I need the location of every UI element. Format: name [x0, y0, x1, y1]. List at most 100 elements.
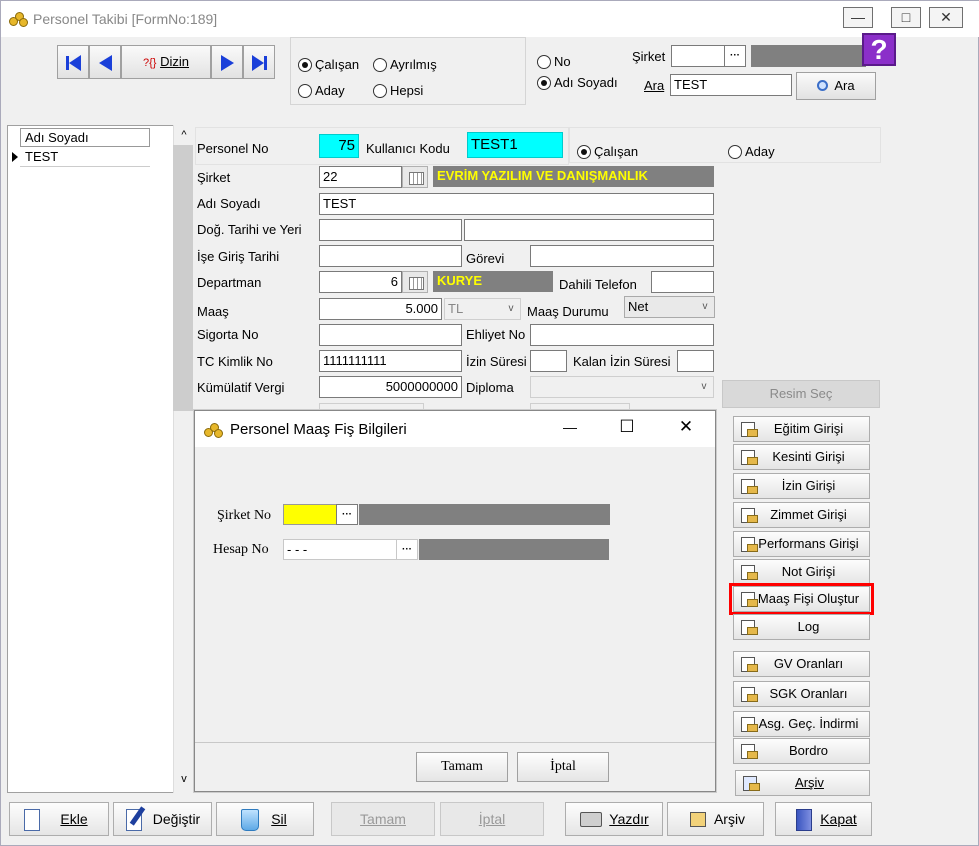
ehliyet-field[interactable]	[530, 324, 714, 346]
tc-label: TC Kimlik No	[197, 354, 273, 369]
grid-row[interactable]: TEST	[20, 147, 150, 167]
recycle-bin-icon	[241, 809, 259, 831]
bordro-button[interactable]: Bordro	[733, 738, 870, 764]
iptal-button[interactable]: İptal	[440, 802, 544, 836]
iptal-label: İptal	[478, 811, 506, 827]
maximize-button[interactable]: □	[891, 7, 921, 28]
radio-aday[interactable]: Aday	[298, 82, 345, 100]
sirket-lookup-icon[interactable]	[402, 166, 428, 188]
next-record-button[interactable]	[211, 45, 243, 79]
dialog-hesap-no-input[interactable]: - - -	[283, 539, 397, 560]
search-sirket-label: Şirket	[632, 49, 666, 64]
radio-type-calisan[interactable]: Çalışan	[577, 143, 638, 161]
kumulatif-field[interactable]: 5000000000	[319, 376, 462, 398]
close-icon: ✕	[940, 9, 952, 25]
tc-field[interactable]: 1111111111	[319, 350, 462, 372]
dogum-yeri-field[interactable]	[464, 219, 714, 241]
radio-hepsi[interactable]: Hepsi	[373, 82, 423, 100]
radio-hepsi-label: Hepsi	[390, 83, 424, 98]
arsiv-button[interactable]: Arşiv	[667, 802, 764, 836]
help-question-icon[interactable]: ?	[862, 33, 896, 66]
sigorta-field[interactable]	[319, 324, 462, 346]
search-sirket-input[interactable]	[671, 45, 725, 67]
radio-search-no[interactable]: No	[537, 53, 571, 71]
departman-lookup-icon[interactable]	[402, 271, 428, 293]
not-girisi-button[interactable]: Not Girişi	[733, 559, 870, 585]
radio-type-aday[interactable]: Aday	[728, 143, 775, 161]
scroll-thumb[interactable]	[173, 145, 193, 411]
yazdir-button[interactable]: Yazdır	[565, 802, 663, 836]
adsoyad-field[interactable]: TEST	[319, 193, 714, 215]
personel-no-field[interactable]: 75	[319, 134, 359, 158]
highlight-box	[729, 583, 874, 615]
kalan-izin-field[interactable]	[677, 350, 714, 372]
dizin-button[interactable]: ?{} Dizin	[121, 45, 211, 79]
sigorta-label: Sigorta No	[197, 327, 259, 342]
dialog-minimize-icon[interactable]: —	[557, 419, 583, 435]
radio-dot	[728, 145, 742, 159]
grid-header-adsoyad[interactable]: Adı Soyadı	[20, 128, 150, 147]
next-arrow-icon	[220, 54, 234, 71]
kullanici-kodu-field[interactable]: TEST1	[467, 132, 563, 158]
currency-select[interactable]: TL v	[444, 298, 521, 320]
ara-button[interactable]: Ara	[796, 72, 876, 100]
radio-dot	[373, 84, 387, 98]
izin-field[interactable]	[530, 350, 567, 372]
side-arsiv-button[interactable]: Arşiv	[735, 770, 870, 796]
dialog-cancel-button[interactable]: İptal	[517, 752, 609, 782]
log-button[interactable]: Log	[733, 614, 870, 640]
maas-durumu-select[interactable]: Net v	[624, 296, 715, 318]
dahili-field[interactable]	[651, 271, 714, 293]
radio-search-adsoyad[interactable]: Adı Soyadı	[537, 74, 618, 92]
dialog-sirket-lookup-button[interactable]: ···	[336, 504, 358, 525]
kapat-button[interactable]: Kapat	[775, 802, 872, 836]
sirket-no-field[interactable]: 22	[319, 166, 402, 188]
dialog-ok-button[interactable]: Tamam	[416, 752, 508, 782]
gv-oranlari-button[interactable]: GV Oranları	[733, 651, 870, 677]
money-bag-icon	[204, 421, 224, 439]
radio-calisan[interactable]: Çalışan	[298, 56, 359, 74]
dialog-maximize-icon[interactable]: ☐	[614, 417, 640, 437]
performans-girisi-button[interactable]: Performans Girişi	[733, 531, 870, 557]
maas-label: Maaş	[197, 304, 229, 319]
scroll-up-icon[interactable]: ^	[174, 129, 194, 141]
tamam-button[interactable]: Tamam	[331, 802, 435, 836]
kesinti-girisi-button[interactable]: Kesinti Girişi	[733, 444, 870, 470]
maas-field[interactable]: 5.000	[319, 298, 442, 320]
ekle-button[interactable]: Ekle	[9, 802, 109, 836]
dialog-sirket-name-display	[359, 504, 610, 525]
ise-giris-field[interactable]	[319, 245, 462, 267]
degistir-button[interactable]: Değiştir	[113, 802, 212, 836]
dialog-sirket-no-input[interactable]	[283, 504, 337, 525]
sgk-oranlari-button[interactable]: SGK Oranları	[733, 681, 870, 707]
last-record-button[interactable]	[243, 45, 275, 79]
new-document-icon	[24, 809, 40, 831]
resim-sec-button[interactable]: Resim Seç	[722, 380, 880, 408]
scroll-down-icon[interactable]: v	[174, 773, 194, 785]
dialog-close-icon[interactable]: ✕	[673, 417, 699, 437]
departman-no-field[interactable]: 6	[319, 271, 402, 293]
ise-giris-label: İşe Giriş Tarihi	[197, 249, 280, 264]
asg-gec-indirmi-button[interactable]: Asg. Geç. İndirmi	[733, 711, 870, 737]
search-ara-input[interactable]: TEST	[670, 74, 792, 96]
last-record-icon	[251, 47, 267, 79]
zimmet-girisi-button[interactable]: Zimmet Girişi	[733, 502, 870, 528]
gorevi-field[interactable]	[530, 245, 714, 267]
sirket-label: Şirket	[197, 170, 231, 185]
dialog-hesap-lookup-button[interactable]: ···	[396, 539, 418, 560]
search-sirket-lookup-button[interactable]: ···	[724, 45, 746, 67]
radio-calisan-label: Çalışan	[315, 57, 360, 72]
dogum-tarihi-field[interactable]	[319, 219, 462, 241]
egitim-girisi-button[interactable]: Eğitim Girişi	[733, 416, 870, 442]
minimize-button[interactable]: —	[843, 7, 873, 28]
radio-ayrilmis[interactable]: Ayrılmış	[373, 56, 437, 74]
sil-button[interactable]: Sil	[216, 802, 314, 836]
prev-record-button[interactable]	[89, 45, 121, 79]
dialog-title: Personel Maaş Fiş Bilgileri	[230, 421, 407, 438]
close-button[interactable]: ✕	[929, 7, 963, 28]
diploma-label: Diploma	[466, 380, 514, 395]
diploma-select[interactable]: v	[530, 376, 714, 398]
izin-girisi-button[interactable]: İzin Girişi	[733, 473, 870, 499]
personnel-grid[interactable]: Adı Soyadı TEST	[7, 125, 193, 793]
first-record-button[interactable]	[57, 45, 89, 79]
